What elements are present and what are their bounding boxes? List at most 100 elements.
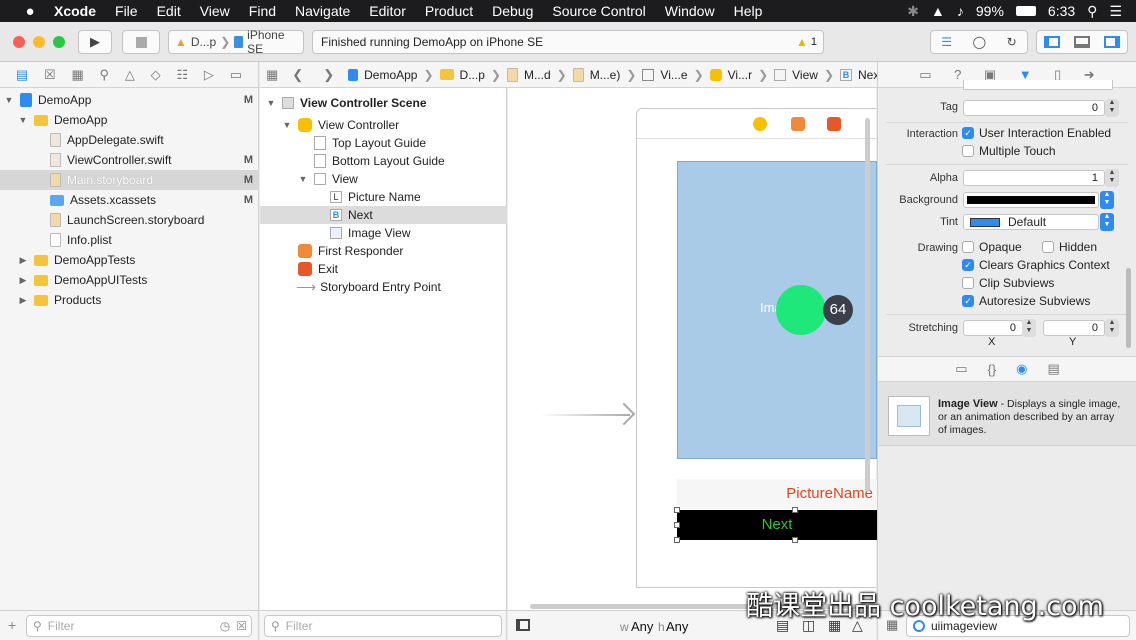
jump-crumb[interactable]: View — [792, 68, 818, 82]
nav-item-group[interactable]: ▼ DemoApp — [0, 110, 259, 130]
hierarchy-icon[interactable]: ▦ — [71, 67, 83, 83]
object-library-icon[interactable]: ◉ — [1016, 361, 1027, 377]
outline-item[interactable]: Image View — [260, 224, 507, 242]
inspector-scrollbar[interactable] — [1126, 268, 1131, 348]
battery-icon[interactable] — [1015, 6, 1036, 16]
user-interaction-checkbox[interactable]: ✓ — [962, 127, 974, 139]
outline-filter-input[interactable]: ⚲ Filter — [264, 615, 502, 637]
exit-dock-icon[interactable] — [827, 117, 841, 131]
file-template-icon[interactable]: ▭ — [955, 361, 967, 377]
multiple-touch-checkbox[interactable] — [962, 145, 974, 157]
outline-toggle-icon[interactable] — [516, 619, 530, 631]
minimize-window-button[interactable] — [33, 36, 45, 48]
outline-item[interactable]: ⟶ Storyboard Entry Point — [260, 278, 507, 296]
utilities-toggle-icon[interactable] — [1104, 36, 1120, 48]
menu-xcode[interactable]: Xcode — [54, 3, 96, 19]
jump-crumb[interactable]: M...e) — [590, 68, 621, 82]
assistant-editor-icon[interactable]: ◯ — [973, 35, 986, 49]
warning-indicator[interactable]: ▲ 1 — [796, 35, 817, 49]
outline-item[interactable]: Top Layout Guide — [260, 134, 507, 152]
recent-filter-icon[interactable]: ◷ — [220, 619, 230, 633]
menu-file[interactable]: File — [115, 3, 138, 19]
disclosure-open-icon[interactable]: ▼ — [282, 120, 292, 130]
tag-stepper[interactable]: ▲ ▼ — [1105, 99, 1119, 117]
outline-item[interactable]: First Responder — [260, 242, 507, 260]
resize-handle[interactable] — [674, 537, 680, 543]
autoresize-subviews-checkbox[interactable]: ✓ — [962, 295, 974, 307]
nav-item-project[interactable]: ▼ DemoApp M — [0, 90, 259, 110]
quick-help-icon[interactable]: ? — [954, 67, 961, 82]
outline-item[interactable]: Bottom Layout Guide — [260, 152, 507, 170]
picture-name-label[interactable]: PictureName — [677, 479, 877, 509]
size-class-height[interactable]: Any — [666, 619, 688, 634]
disclosure-open-icon[interactable]: ▼ — [298, 174, 308, 184]
stretch-y-stepper[interactable]: ▲ ▼ — [1105, 319, 1119, 337]
clock[interactable]: 6:33 — [1048, 3, 1075, 19]
disclosure-closed-icon[interactable]: ▶ — [18, 275, 28, 286]
disclosure-closed-icon[interactable]: ▶ — [18, 255, 28, 266]
resize-handle[interactable] — [792, 507, 798, 513]
search-icon[interactable]: ⚲ — [100, 67, 110, 83]
nav-item-file[interactable]: Assets.xcassets M — [0, 190, 259, 210]
alpha-field[interactable]: 1 — [963, 170, 1105, 186]
scheme-selector[interactable]: ▲ D...p ❯ iPhone SE — [168, 28, 304, 56]
test-icon[interactable]: ◇ — [151, 67, 161, 83]
disclosure-closed-icon[interactable]: ▶ — [18, 295, 28, 306]
clip-subviews-checkbox[interactable] — [962, 277, 974, 289]
menu-edit[interactable]: Edit — [157, 3, 181, 19]
breakpoint-icon[interactable]: ▷ — [204, 67, 214, 83]
size-class-width[interactable]: Any — [631, 619, 653, 634]
stretch-x-stepper[interactable]: ▲ ▼ — [1022, 319, 1036, 337]
background-color-well[interactable] — [963, 192, 1099, 208]
outline-item-view[interactable]: ▼ View — [260, 170, 507, 188]
menu-window[interactable]: Window — [665, 3, 715, 19]
scene-frame[interactable]: Image View 64 PictureName Next — [636, 108, 877, 588]
library-item-image-view[interactable]: Image View - Displays a single image, or… — [878, 382, 1136, 446]
menu-navigate[interactable]: Navigate — [295, 3, 350, 19]
bluetooth-icon[interactable]: ✱ — [907, 3, 919, 20]
stretch-x-field[interactable]: 0 — [963, 320, 1023, 336]
nav-item-file[interactable]: ViewController.swift M — [0, 150, 259, 170]
menu-source-control[interactable]: Source Control — [552, 3, 645, 19]
nav-item-group[interactable]: ▶ DemoAppTests — [0, 250, 259, 270]
close-window-button[interactable] — [13, 36, 25, 48]
spotlight-icon[interactable]: ⚲ — [1087, 3, 1097, 20]
clears-graphics-checkbox[interactable]: ✓ — [962, 259, 974, 271]
jump-crumb[interactable]: DemoApp — [364, 68, 417, 82]
menu-help[interactable]: Help — [734, 3, 763, 19]
version-editor-icon[interactable]: ↻ — [1007, 35, 1017, 49]
nav-item-group[interactable]: ▶ Products — [0, 290, 259, 310]
first-responder-dock-icon[interactable] — [791, 117, 805, 131]
standard-editor-icon[interactable]: ☰ — [941, 35, 952, 49]
outline-item[interactable]: Exit — [260, 260, 507, 278]
report-icon[interactable]: ▭ — [230, 67, 242, 83]
jump-crumb[interactable]: M...d — [524, 68, 551, 82]
apple-icon[interactable]: ● — [20, 3, 40, 20]
menu-editor[interactable]: Editor — [369, 3, 406, 19]
navigator-toggle-icon[interactable] — [1044, 36, 1060, 48]
disclosure-open-icon[interactable]: ▼ — [266, 98, 276, 108]
resize-handle[interactable] — [674, 507, 680, 513]
folder-icon[interactable]: ▤ — [16, 67, 28, 83]
tint-popup[interactable]: Default — [963, 214, 1099, 230]
nav-item-file[interactable]: Info.plist — [0, 230, 259, 250]
menu-product[interactable]: Product — [425, 3, 473, 19]
opaque-checkbox[interactable] — [962, 241, 974, 253]
vertical-scrollbar[interactable] — [865, 118, 870, 492]
jump-crumb[interactable]: Vi...e — [660, 68, 687, 82]
nav-item-file[interactable]: LaunchScreen.storyboard — [0, 210, 259, 230]
alpha-stepper[interactable]: ▲ ▼ — [1105, 169, 1119, 187]
nav-item-file-selected[interactable]: Main.storyboard M — [0, 170, 259, 190]
volume-icon[interactable]: ♪ — [957, 3, 964, 19]
jump-crumb[interactable]: Vi...r — [728, 68, 752, 82]
scm-filter-icon[interactable]: ☒ — [236, 619, 247, 633]
wifi-icon[interactable]: ▲ — [931, 3, 945, 19]
forward-icon[interactable]: ❯ — [323, 67, 334, 83]
disclosure-open-icon[interactable]: ▼ — [18, 115, 28, 125]
disclosure-open-icon[interactable]: ▼ — [4, 95, 14, 105]
tag-field[interactable]: 0 — [963, 100, 1105, 116]
hidden-checkbox[interactable] — [1042, 241, 1054, 253]
menu-view[interactable]: View — [200, 3, 230, 19]
navigator-filter-input[interactable]: ⚲ Filter ◷ ☒ — [26, 615, 252, 637]
debug-icon[interactable]: ☷ — [176, 67, 188, 83]
